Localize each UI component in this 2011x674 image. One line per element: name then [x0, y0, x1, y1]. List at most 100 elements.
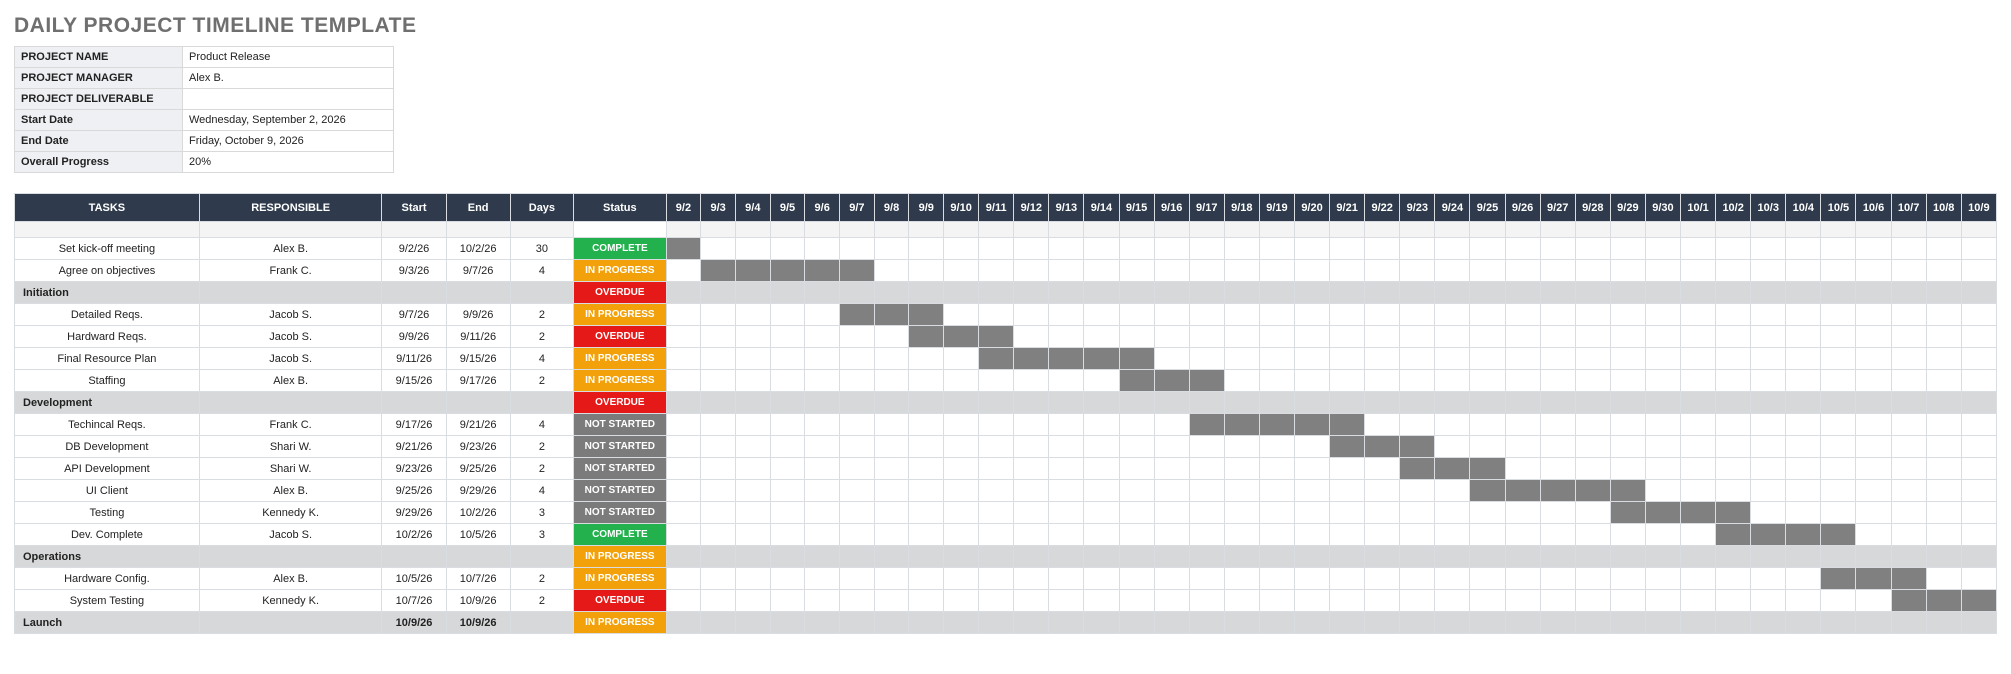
gantt-bar-cell	[1961, 590, 1996, 612]
day-cell	[1189, 546, 1224, 568]
col-header-day: 9/2	[666, 194, 701, 222]
day-cell	[1154, 546, 1189, 568]
col-header-day: 9/8	[874, 194, 909, 222]
gantt-bar-cell	[1400, 436, 1435, 458]
day-cell	[1435, 326, 1470, 348]
day-cell	[840, 436, 875, 458]
cell-days	[510, 612, 573, 634]
day-cell	[1926, 480, 1961, 502]
day-cell	[1154, 304, 1189, 326]
day-cell	[1505, 458, 1540, 480]
day-cell	[1610, 458, 1645, 480]
day-cell	[1821, 546, 1856, 568]
day-cell	[1400, 370, 1435, 392]
day-cell	[1119, 568, 1154, 590]
gantt-bar-cell	[1716, 524, 1751, 546]
day-cell	[1119, 546, 1154, 568]
day-cell	[1891, 238, 1926, 260]
day-cell	[1891, 282, 1926, 304]
day-cell	[770, 238, 805, 260]
day-cell	[666, 282, 701, 304]
day-cell	[944, 304, 979, 326]
gantt-bar-cell	[1470, 458, 1505, 480]
col-header-day: 9/16	[1154, 194, 1189, 222]
day-cell	[1084, 282, 1119, 304]
day-cell	[1224, 546, 1259, 568]
day-cell	[1786, 480, 1821, 502]
day-cell	[1049, 546, 1084, 568]
day-cell	[1610, 414, 1645, 436]
day-cell	[1049, 392, 1084, 414]
day-cell	[1610, 348, 1645, 370]
day-cell	[1856, 370, 1891, 392]
day-cell	[840, 568, 875, 590]
cell-resp: Alex B.	[199, 370, 382, 392]
day-cell	[1575, 370, 1610, 392]
day-cell	[1330, 546, 1365, 568]
day-cell	[1119, 502, 1154, 524]
task-row: System TestingKennedy K.10/7/2610/9/262O…	[15, 590, 1997, 612]
day-cell	[1926, 524, 1961, 546]
gantt-bar-cell	[1014, 348, 1049, 370]
cell-start: 9/2/26	[382, 238, 446, 260]
day-cell	[874, 546, 909, 568]
day-cell	[1681, 392, 1716, 414]
col-header-day: 9/28	[1575, 194, 1610, 222]
day-cell	[1435, 590, 1470, 612]
day-cell	[1259, 502, 1294, 524]
day-cell	[666, 370, 701, 392]
day-cell	[1435, 282, 1470, 304]
day-cell	[979, 260, 1014, 282]
day-cell	[1259, 304, 1294, 326]
day-cell	[874, 326, 909, 348]
col-header-day: 10/5	[1821, 194, 1856, 222]
day-cell	[1645, 612, 1680, 634]
cell-resp	[199, 392, 382, 414]
day-cell	[979, 524, 1014, 546]
day-cell	[979, 370, 1014, 392]
task-row: Hardware Config.Alex B.10/5/2610/7/262IN…	[15, 568, 1997, 590]
day-cell	[1084, 370, 1119, 392]
day-cell	[1575, 260, 1610, 282]
day-cell	[1926, 348, 1961, 370]
day-cell	[1540, 370, 1575, 392]
col-header-day: 10/3	[1751, 194, 1786, 222]
day-cell	[1891, 480, 1926, 502]
day-cell	[1821, 612, 1856, 634]
gantt-bar-cell	[1891, 568, 1926, 590]
day-cell	[805, 502, 840, 524]
day-cell	[1154, 392, 1189, 414]
day-cell	[1575, 568, 1610, 590]
day-cell	[735, 348, 770, 370]
gantt-bar-cell	[1400, 458, 1435, 480]
day-cell	[1400, 326, 1435, 348]
day-cell	[874, 612, 909, 634]
day-cell	[1330, 238, 1365, 260]
day-cell	[1961, 260, 1996, 282]
day-cell	[1330, 480, 1365, 502]
gantt-bar-cell	[979, 348, 1014, 370]
day-cell	[1435, 524, 1470, 546]
day-cell	[1681, 326, 1716, 348]
day-cell	[1189, 238, 1224, 260]
day-cell	[1259, 568, 1294, 590]
day-cell	[1365, 370, 1400, 392]
day-cell	[944, 524, 979, 546]
gantt-bar-cell	[1645, 502, 1680, 524]
day-cell	[1294, 568, 1329, 590]
day-cell	[1751, 436, 1786, 458]
day-cell	[1505, 524, 1540, 546]
day-cell	[874, 436, 909, 458]
day-cell	[1154, 326, 1189, 348]
day-cell	[1961, 348, 1996, 370]
day-cell	[1224, 480, 1259, 502]
day-cell	[1786, 436, 1821, 458]
day-cell	[1435, 392, 1470, 414]
day-cell	[1365, 612, 1400, 634]
day-cell	[1119, 436, 1154, 458]
cell-resp: Jacob S.	[199, 524, 382, 546]
day-cell	[1926, 222, 1961, 238]
day-cell	[1681, 546, 1716, 568]
day-cell	[1154, 222, 1189, 238]
day-cell	[944, 222, 979, 238]
